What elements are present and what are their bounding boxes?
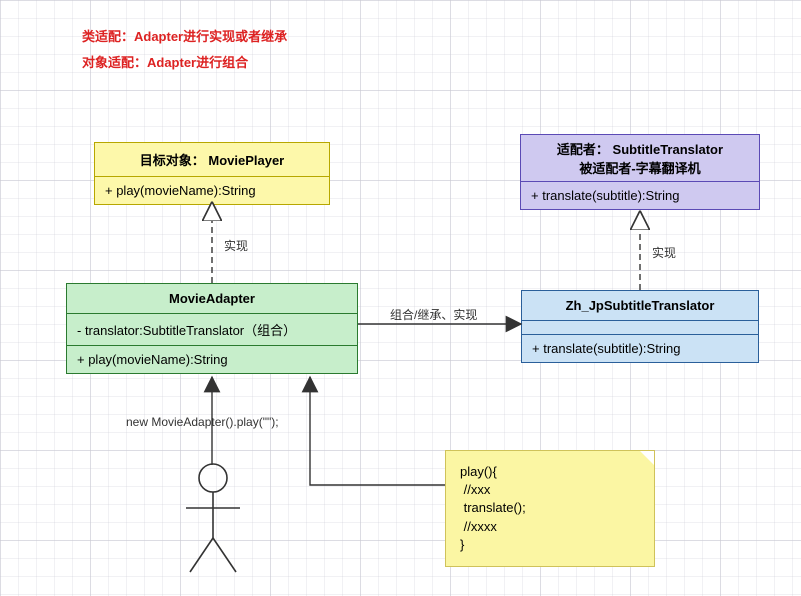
class-title: 目标对象： MoviePlayer — [95, 143, 329, 176]
title-line-1: 适配者： SubtitleTranslator — [557, 142, 723, 157]
class-title: 适配者： SubtitleTranslator 被适配者-字幕翻译机 — [521, 135, 759, 181]
class-spacer — [522, 320, 758, 334]
title-line-2: 被适配者-字幕翻译机 — [579, 161, 700, 176]
class-method: + play(movieName):String — [67, 345, 357, 373]
class-method: + translate(subtitle):String — [521, 181, 759, 209]
class-zh-jp-translator: Zh_JpSubtitleTranslator + translate(subt… — [521, 290, 759, 363]
label-realize-left: 实现 — [222, 237, 250, 254]
label-realize-right: 实现 — [650, 244, 678, 261]
note-object-adapter: 对象适配：Adapter进行组合 — [82, 52, 248, 71]
class-title: Zh_JpSubtitleTranslator — [522, 291, 758, 320]
note-class-adapter: 类适配：Adapter进行实现或者继承 — [82, 26, 287, 45]
class-movieadapter: MovieAdapter - translator:SubtitleTransl… — [66, 283, 358, 374]
label-association: 组合/继承、实现 — [388, 306, 479, 323]
class-method: + translate(subtitle):String — [522, 334, 758, 362]
class-movieplayer: 目标对象： MoviePlayer + play(movieName):Stri… — [94, 142, 330, 205]
class-attr: - translator:SubtitleTranslator（组合） — [67, 313, 357, 345]
actor-icon — [178, 460, 248, 580]
class-method: + play(movieName):String — [95, 176, 329, 204]
label-call-expression: new MovieAdapter().play(""); — [124, 415, 281, 429]
sticky-note-code: play(){ //xxx translate(); //xxxx } — [445, 450, 655, 567]
class-title: MovieAdapter — [67, 284, 357, 313]
class-subtitletranslator: 适配者： SubtitleTranslator 被适配者-字幕翻译机 + tra… — [520, 134, 760, 210]
